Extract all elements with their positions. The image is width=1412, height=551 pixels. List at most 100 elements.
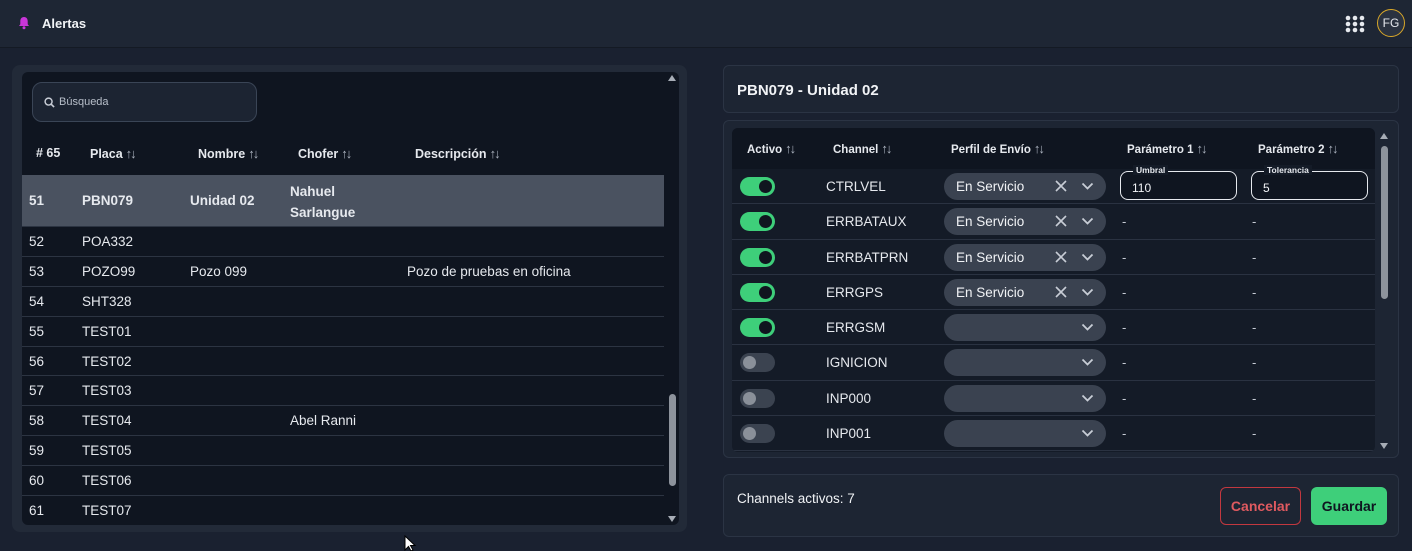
perfil-select[interactable]: En Servicio — [944, 278, 1106, 306]
perfil-value: En Servicio — [956, 214, 1025, 230]
sort-icon[interactable]: ↑↓ — [881, 141, 892, 156]
activo-toggle[interactable] — [740, 177, 775, 196]
toggle-knob — [743, 391, 756, 405]
activo-toggle[interactable] — [740, 282, 775, 302]
table-row[interactable]: 57 TEST03 — [22, 376, 664, 407]
param1-value: - — [1122, 214, 1127, 230]
bell-icon — [19, 17, 29, 30]
grid-icon[interactable] — [1345, 15, 1365, 33]
clear-icon[interactable] — [1054, 250, 1068, 264]
perfil-select[interactable] — [944, 349, 1106, 377]
activo-toggle[interactable] — [740, 353, 775, 373]
row-nombre: Pozo 099 — [190, 263, 248, 279]
table-row[interactable]: 59 TEST05 — [22, 436, 664, 467]
search-input[interactable] — [59, 96, 239, 108]
sort-icon[interactable]: ↑↓ — [490, 146, 501, 161]
perfil-select[interactable]: En Servicio — [944, 243, 1106, 271]
row-chofer: Abel Ranni — [290, 413, 357, 429]
scroll-up-icon[interactable] — [1380, 133, 1388, 139]
column-perfil[interactable]: Perfil de Envío ↑↓ — [951, 141, 1045, 156]
column-descripcion-label: Descripción — [415, 147, 487, 161]
chevron-down-icon[interactable] — [1081, 393, 1094, 403]
table-row[interactable]: 61 TEST07 — [22, 496, 664, 525]
channels-scrollbar[interactable] — [1378, 130, 1391, 452]
table-row[interactable]: 60 TEST06 — [22, 466, 664, 497]
chevron-down-icon[interactable] — [1081, 252, 1094, 262]
column-activo[interactable]: Activo ↑↓ — [747, 141, 796, 156]
row-placa: POA332 — [82, 234, 134, 249]
param1-value: - — [1122, 320, 1127, 336]
activo-toggle[interactable] — [740, 388, 775, 408]
table-row[interactable]: 51 PBN079 Unidad 02 Nahuel Sarlangue — [22, 175, 664, 227]
sort-icon[interactable]: ↑↓ — [1034, 141, 1045, 156]
activo-toggle[interactable] — [740, 318, 775, 338]
row-placa: POZO99 — [82, 263, 136, 279]
row-num: 57 — [29, 383, 45, 399]
chevron-down-icon[interactable] — [1081, 322, 1094, 332]
scroll-down-icon[interactable] — [1380, 443, 1388, 449]
chevron-down-icon[interactable] — [1081, 181, 1094, 191]
param1-input[interactable] — [1132, 181, 1227, 195]
activo-toggle[interactable] — [740, 247, 775, 267]
search-box[interactable] — [32, 82, 257, 122]
table-row[interactable]: 53 POZO99 Pozo 099 Pozo de pruebas en of… — [22, 257, 664, 287]
vehicles-scrollbar[interactable] — [666, 72, 679, 525]
table-row[interactable]: 52 POA332 — [22, 227, 664, 257]
sort-icon[interactable]: ↑↓ — [785, 141, 796, 156]
footer-card: Channels activos: 7 Cancelar Guardar — [723, 474, 1399, 537]
table-row[interactable]: 56 TEST02 — [22, 347, 664, 377]
column-param2[interactable]: Parámetro 2 ↑↓ — [1258, 141, 1338, 156]
perfil-select[interactable] — [944, 384, 1106, 412]
column-param1[interactable]: Parámetro 1 ↑↓ — [1127, 141, 1207, 156]
param2-field[interactable]: Tolerancia — [1251, 165, 1368, 200]
row-num: 54 — [29, 293, 45, 309]
column-placa[interactable]: Placa ↑↓ — [90, 146, 137, 161]
scrollbar-thumb[interactable] — [669, 394, 676, 486]
table-row[interactable]: 55 TEST01 — [22, 317, 664, 347]
channel-name: ERRGPS — [826, 284, 884, 300]
scroll-up-icon[interactable] — [668, 75, 676, 81]
sort-icon[interactable]: ↑↓ — [126, 146, 137, 161]
chevron-down-icon[interactable] — [1081, 216, 1094, 226]
scroll-down-icon[interactable] — [668, 516, 676, 522]
save-button[interactable]: Guardar — [1311, 487, 1387, 525]
row-placa: TEST04 — [82, 413, 132, 429]
perfil-select[interactable]: En Servicio — [944, 173, 1106, 200]
column-nombre-label: Nombre — [198, 147, 246, 161]
param1-field[interactable]: Umbral — [1120, 165, 1237, 200]
perfil-select[interactable] — [944, 420, 1106, 448]
table-row[interactable]: 58 TEST04 Abel Ranni — [22, 406, 664, 437]
chevron-down-icon[interactable] — [1081, 357, 1094, 367]
param2-input[interactable] — [1263, 181, 1358, 195]
cancel-button[interactable]: Cancelar — [1220, 487, 1301, 525]
column-nombre[interactable]: Nombre ↑↓ — [198, 146, 259, 161]
row-placa: TEST05 — [82, 443, 132, 459]
row-placa: TEST01 — [82, 323, 132, 339]
sort-icon[interactable]: ↑↓ — [1196, 141, 1207, 156]
activo-toggle[interactable] — [740, 212, 775, 232]
activo-toggle[interactable] — [740, 424, 775, 444]
clear-icon[interactable] — [1054, 214, 1068, 228]
column-channel[interactable]: Channel ↑↓ — [833, 141, 892, 156]
perfil-select[interactable]: En Servicio — [944, 208, 1106, 236]
avatar[interactable]: FG — [1377, 9, 1405, 37]
row-num: 53 — [29, 263, 45, 279]
column-chofer[interactable]: Chofer ↑↓ — [298, 146, 352, 161]
sort-icon[interactable]: ↑↓ — [248, 146, 259, 161]
clear-icon[interactable] — [1054, 179, 1068, 193]
table-row[interactable]: 54 SHT328 — [22, 287, 664, 317]
clear-icon[interactable] — [1054, 285, 1068, 299]
sort-icon[interactable]: ↑↓ — [1327, 141, 1338, 156]
chevron-down-icon[interactable] — [1081, 287, 1094, 297]
column-descripcion[interactable]: Descripción ↑↓ — [415, 146, 501, 161]
param2-value: - — [1252, 390, 1257, 406]
row-num: 56 — [29, 353, 45, 369]
sort-icon[interactable]: ↑↓ — [341, 146, 352, 161]
vehicles-table-header: # 65 Placa ↑↓ Nombre ↑↓ Chofer ↑↓ Descripci… — [22, 132, 664, 174]
channel-row: INP000 - - — [732, 381, 1375, 417]
channel-name: ERRGSM — [826, 320, 886, 336]
toggle-knob — [759, 215, 772, 229]
perfil-select[interactable] — [944, 314, 1106, 342]
chevron-down-icon[interactable] — [1081, 428, 1094, 438]
scrollbar-thumb[interactable] — [1381, 146, 1388, 299]
